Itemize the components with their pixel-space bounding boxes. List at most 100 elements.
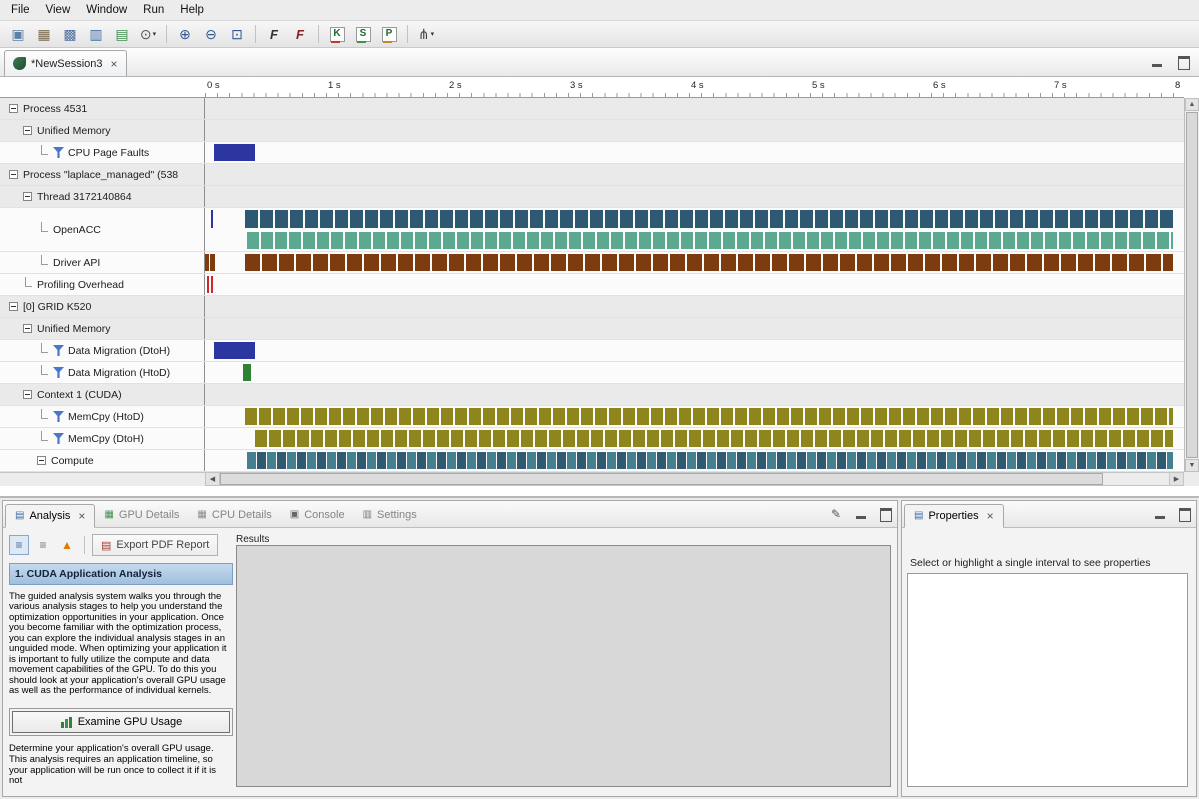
horizontal-scrollbar[interactable]: ◀ ▶ <box>205 472 1184 486</box>
row-track-driver-api[interactable] <box>205 252 1184 273</box>
timeline-interval[interactable] <box>210 254 214 271</box>
row-label-memcpy-htod[interactable]: MemCpy (HtoD) <box>0 406 205 427</box>
row-track-thread-3172140864[interactable] <box>205 186 1184 207</box>
maximize-icon[interactable] <box>1176 506 1192 521</box>
collapse-toggle-icon[interactable] <box>23 324 32 333</box>
scroll-left-icon[interactable]: ◀ <box>206 473 220 485</box>
zoom-fit-icon[interactable]: ⊡ <box>225 23 249 45</box>
zoom-in-icon[interactable]: ⊕ <box>173 23 197 45</box>
session-tab[interactable]: *NewSession3 × <box>4 50 127 76</box>
menu-view[interactable]: View <box>38 1 79 19</box>
minimize-icon[interactable] <box>1152 506 1168 521</box>
filter-icon[interactable] <box>53 147 64 158</box>
tab-properties[interactable]: ▤ Properties × <box>904 504 1004 528</box>
scroll-down-icon[interactable]: ▼ <box>1185 459 1199 472</box>
row-label-0-grid-k520[interactable]: [0] GRID K520 <box>0 296 205 317</box>
vertical-scroll-thumb[interactable] <box>1186 112 1198 458</box>
row-track-unified-memory[interactable] <box>205 120 1184 141</box>
filter-icon[interactable] <box>53 367 64 378</box>
source-view-icon[interactable]: S <box>351 23 375 45</box>
row-label-unified-memory[interactable]: Unified Memory <box>0 120 205 141</box>
row-track-compute[interactable] <box>205 450 1184 471</box>
menu-file[interactable]: File <box>3 1 38 19</box>
tab-analysis[interactable]: ▤Analysis× <box>5 504 95 528</box>
collapse-toggle-icon[interactable] <box>37 456 46 465</box>
menu-window[interactable]: Window <box>78 1 135 19</box>
horizontal-scroll-thumb[interactable] <box>220 473 1103 485</box>
collapse-toggle-icon[interactable] <box>23 390 32 399</box>
minimize-icon[interactable] <box>1149 54 1165 69</box>
close-icon[interactable]: × <box>78 509 85 523</box>
pc-sampling-icon[interactable]: P <box>377 23 401 45</box>
row-track-cpu-page-faults[interactable] <box>205 142 1184 163</box>
row-track-process-4531[interactable] <box>205 98 1184 119</box>
timeline-interval[interactable] <box>255 430 1173 447</box>
zoom-out-icon[interactable]: ⊖ <box>199 23 223 45</box>
timeline-interval[interactable] <box>245 408 1173 425</box>
timeline-interval[interactable] <box>211 276 213 293</box>
menu-run[interactable]: Run <box>135 1 172 19</box>
horizontal-scroll-track[interactable] <box>220 473 1169 485</box>
timeline-interval[interactable] <box>205 254 209 271</box>
row-track-profiling-overhead[interactable] <box>205 274 1184 295</box>
new-session-icon[interactable]: ▣ <box>6 23 30 45</box>
maximize-icon[interactable] <box>877 506 893 521</box>
tab-cpu-details[interactable]: ▦CPU Details <box>188 503 280 527</box>
row-track-memcpy-htod[interactable] <box>205 406 1184 427</box>
analysis-tree-icon[interactable]: ⋔▾ <box>414 23 438 45</box>
row-label-driver-api[interactable]: Driver API <box>0 252 205 273</box>
collapse-toggle-icon[interactable] <box>9 104 18 113</box>
row-label-thread-3172140864[interactable]: Thread 3172140864 <box>0 186 205 207</box>
scroll-up-icon[interactable]: ▲ <box>1185 98 1199 111</box>
scroll-right-icon[interactable]: ▶ <box>1169 473 1183 485</box>
row-track-0-grid-k520[interactable] <box>205 296 1184 317</box>
collapse-toggle-icon[interactable] <box>9 302 18 311</box>
collapse-toggle-icon[interactable] <box>23 192 32 201</box>
timeline-interval[interactable] <box>245 254 1173 271</box>
row-label-data-migration-htod[interactable]: Data Migration (HtoD) <box>0 362 205 383</box>
marker-forward-icon[interactable]: F <box>262 23 286 45</box>
timeline-ruler[interactable]: 0 s1 s2 s3 s4 s5 s6 s7 s8 <box>205 77 1184 98</box>
row-label-cpu-page-faults[interactable]: CPU Page Faults <box>0 142 205 163</box>
kernel-timeline-icon[interactable]: K <box>325 23 349 45</box>
row-label-data-migration-dtoh[interactable]: Data Migration (DtoH) <box>0 340 205 361</box>
open-session-icon[interactable]: ▦ <box>32 23 56 45</box>
row-label-process-4531[interactable]: Process 4531 <box>0 98 205 119</box>
tab-gpu-details[interactable]: ▦GPU Details <box>95 503 188 527</box>
filter-icon[interactable] <box>53 345 64 356</box>
tab-console[interactable]: ▣Console <box>281 503 354 527</box>
row-track-data-migration-htod[interactable] <box>205 362 1184 383</box>
row-label-context-1-cuda[interactable]: Context 1 (CUDA) <box>0 384 205 405</box>
close-icon[interactable]: × <box>111 57 118 71</box>
timeline-chart-icon[interactable]: ▥ <box>84 23 108 45</box>
row-track-memcpy-dtoh[interactable] <box>205 428 1184 449</box>
collapse-toggle-icon[interactable] <box>23 126 32 135</box>
timeline-interval[interactable] <box>207 276 209 293</box>
collapse-section-icon[interactable]: ▲ <box>57 535 77 555</box>
row-track-unified-memory[interactable] <box>205 318 1184 339</box>
row-track-context-1-cuda[interactable] <box>205 384 1184 405</box>
save-session-icon[interactable]: ▩ <box>58 23 82 45</box>
row-label-memcpy-dtoh[interactable]: MemCpy (DtoH) <box>0 428 205 449</box>
examine-gpu-usage-button[interactable]: Examine GPU Usage <box>12 711 230 733</box>
marker-back-icon[interactable]: F <box>288 23 312 45</box>
vertical-scrollbar[interactable]: ▲ ▼ <box>1184 98 1199 472</box>
row-label-openacc[interactable]: OpenACC <box>0 208 205 251</box>
timeline-interval[interactable] <box>245 210 1173 228</box>
timeline-interval[interactable] <box>211 210 213 228</box>
menu-help[interactable]: Help <box>172 1 212 19</box>
zoom-options-icon[interactable]: ⊙▾ <box>136 23 160 45</box>
timeline-interval[interactable] <box>214 144 255 161</box>
row-track-openacc[interactable] <box>205 208 1184 251</box>
row-label-unified-memory[interactable]: Unified Memory <box>0 318 205 339</box>
row-label-profiling-overhead[interactable]: Profiling Overhead <box>0 274 205 295</box>
row-track-data-migration-dtoh[interactable] <box>205 340 1184 361</box>
export-pdf-button[interactable]: ▤ Export PDF Report <box>92 534 218 556</box>
export-chart-icon[interactable]: ▤ <box>110 23 134 45</box>
maximize-icon[interactable] <box>1175 54 1191 69</box>
row-label-process-laplace-managed-538[interactable]: Process "laplace_managed" (538 <box>0 164 205 185</box>
timeline-interval[interactable] <box>247 232 1173 250</box>
filter-icon[interactable] <box>53 411 64 422</box>
row-label-compute[interactable]: Compute <box>0 450 205 471</box>
timeline-interval[interactable] <box>214 342 255 359</box>
